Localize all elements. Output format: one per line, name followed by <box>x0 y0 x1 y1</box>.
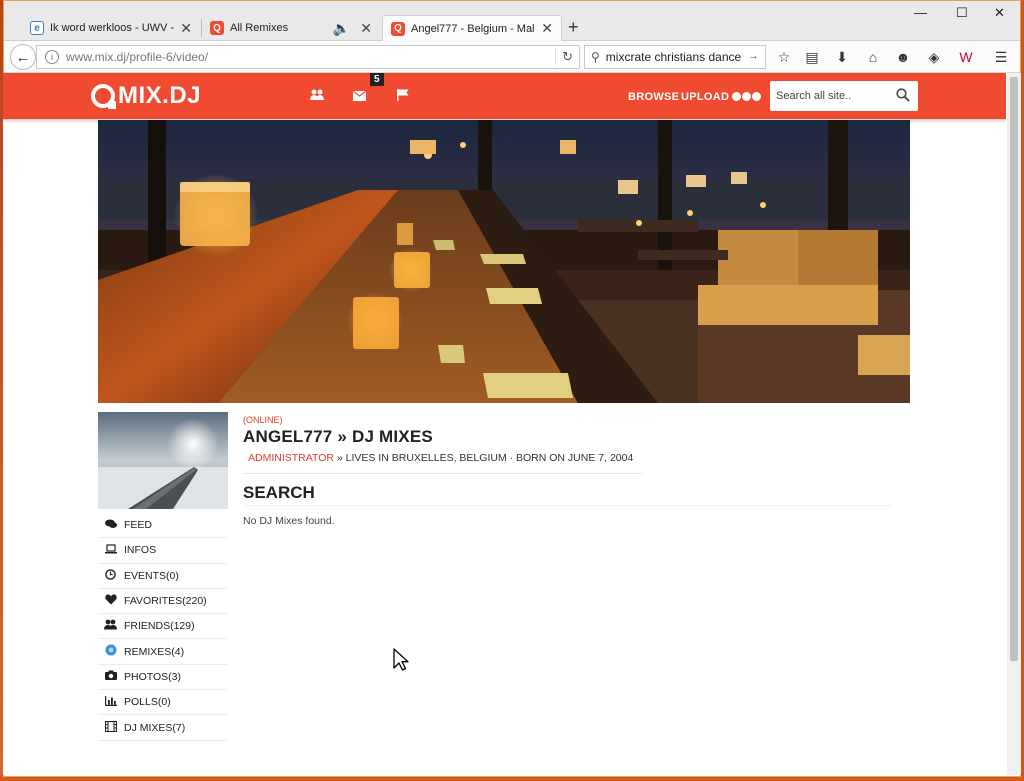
profile-sidebar-menu: FEED INFOS EVENTS(0) FAVORITES(220) FRIE… <box>98 513 228 741</box>
sidebar-item-label: FAVORITES(220) <box>124 595 207 608</box>
camera-icon <box>104 670 117 683</box>
sidebar-item-events[interactable]: EVENTS(0) <box>98 564 228 589</box>
more-menu-icon[interactable] <box>732 92 761 101</box>
tab-angel777[interactable]: Q Angel777 - Belgium - Male ✕ <box>382 15 562 41</box>
users-icon[interactable] <box>310 89 324 104</box>
sidebar-item-label: DJ MIXES(7) <box>124 721 186 734</box>
uwv-icon: e <box>30 21 44 35</box>
tab-bar: e Ik word werkloos - UWV - ... ✕ Q All R… <box>4 1 1020 41</box>
back-button[interactable]: ← <box>10 44 36 70</box>
menu-icon[interactable]: ☰ <box>992 48 1010 66</box>
home-icon[interactable]: ⌂ <box>864 48 882 66</box>
minimize-button[interactable]: — <box>914 5 927 20</box>
sidebar-item-photos[interactable]: PHOTOS(3) <box>98 665 228 691</box>
reading-list-icon[interactable]: ▤ <box>803 48 821 66</box>
sidebar-item-feed[interactable]: FEED <box>98 513 228 539</box>
url-text[interactable]: www.mix.dj/profile-6/video/ <box>66 50 208 64</box>
sidebar-item-label: EVENTS(0) <box>124 569 179 582</box>
sidebar-item-label: INFOS <box>124 544 157 557</box>
site-search-input[interactable]: Search all site.. <box>770 81 918 111</box>
pocket-icon[interactable]: ◈ <box>925 48 943 66</box>
page-scrollbar[interactable] <box>1007 73 1021 775</box>
sidebar-item-remixes[interactable]: REMIXES(4) <box>98 639 228 665</box>
sidebar-item-label: FEED <box>124 519 153 532</box>
tab-uwv[interactable]: e Ik word werkloos - UWV - ... ✕ <box>22 15 200 41</box>
navigation-bar: ← i www.mix.dj/profile-6/video/ ↻ ⚲ mixc… <box>4 41 1020 73</box>
clock-icon <box>104 568 117 583</box>
sidebar-item-favorites[interactable]: FAVORITES(220) <box>98 589 228 615</box>
web-page: MIX.DJ 5 BROWSE UPLOAD Search all site.. <box>3 73 1006 775</box>
divider <box>243 505 893 506</box>
search-value[interactable]: mixcrate christians dance <box>606 50 741 64</box>
site-info-icon[interactable]: i <box>45 50 59 64</box>
users-icon <box>104 619 117 633</box>
upload-link[interactable]: UPLOAD <box>681 91 729 103</box>
sidebar-item-label: PHOTOS(3) <box>124 670 181 683</box>
site-search-placeholder: Search all site.. <box>776 90 852 102</box>
laptop-icon <box>104 544 117 557</box>
tab-label: Ik word werkloos - UWV - ... <box>50 22 175 34</box>
sidebar-item-polls[interactable]: POLLS(0) <box>98 690 228 716</box>
empty-results-message: No DJ Mixes found. <box>243 515 335 527</box>
tab-label: Angel777 - Belgium - Male <box>411 22 536 35</box>
sidebar-item-label: REMIXES(4) <box>124 645 185 658</box>
browse-link[interactable]: BROWSE <box>628 91 679 103</box>
logo-text: MIX.DJ <box>118 82 202 109</box>
maximize-button[interactable]: ☐ <box>956 5 968 21</box>
heart-icon <box>104 594 117 608</box>
profile-location-birthday: » LIVES IN BRUXELLES, BELGIUM · BORN ON … <box>333 452 634 464</box>
close-tab-icon[interactable]: ✕ <box>180 20 192 37</box>
download-icon[interactable]: ⬇ <box>833 48 851 66</box>
search-icon[interactable] <box>896 88 910 105</box>
profile-cover-image <box>98 120 910 403</box>
page-title: ANGEL777 » DJ MIXES <box>243 427 433 446</box>
search-icon: ⚲ <box>591 50 600 64</box>
close-window-button[interactable]: ✕ <box>994 5 1005 21</box>
envelope-icon[interactable] <box>352 89 367 104</box>
sidebar-item-label: FRIENDS(129) <box>124 620 195 633</box>
extension-icon[interactable]: W <box>957 48 975 66</box>
mixdj-icon: Q <box>391 21 405 36</box>
online-status: (ONLINE) <box>243 415 283 425</box>
search-go-icon[interactable]: → <box>748 50 759 62</box>
site-header: MIX.DJ 5 BROWSE UPLOAD Search all site.. <box>3 73 1006 119</box>
notification-badge[interactable]: 5 <box>370 73 384 86</box>
film-icon <box>104 720 117 735</box>
scrollbar-thumb[interactable] <box>1010 77 1018 661</box>
url-bar[interactable]: i www.mix.dj/profile-6/video/ ↻ <box>36 45 580 69</box>
hello-icon[interactable]: ☻ <box>894 48 912 66</box>
site-logo[interactable]: MIX.DJ <box>91 82 201 110</box>
mixdj-icon: Q <box>210 21 224 35</box>
speaker-icon[interactable]: 🔈 <box>333 20 350 37</box>
flag-icon[interactable] <box>397 89 409 104</box>
logo-mark-icon <box>91 84 116 109</box>
sidebar-item-friends[interactable]: FRIENDS(129) <box>98 614 228 640</box>
reload-icon[interactable]: ↻ <box>555 49 573 65</box>
profile-avatar[interactable] <box>98 412 228 509</box>
close-tab-icon[interactable]: ✕ <box>541 20 553 37</box>
role-link[interactable]: ADMINISTRATOR <box>248 452 334 464</box>
sidebar-item-dj-mixes[interactable]: DJ MIXES(7) <box>98 715 228 741</box>
remix-icon <box>104 644 117 659</box>
bookmark-star-icon[interactable]: ☆ <box>775 48 793 66</box>
section-title: SEARCH <box>243 483 315 502</box>
tab-label: All Remixes <box>230 22 289 34</box>
close-tab-icon[interactable]: ✕ <box>360 20 372 37</box>
bar-chart-icon <box>104 695 117 709</box>
comments-icon <box>104 519 117 532</box>
mouse-cursor-icon <box>393 648 409 677</box>
browser-search-input[interactable]: ⚲ mixcrate christians dance → <box>584 45 766 69</box>
profile-meta: ADMINISTRATOR » LIVES IN BRUXELLES, BELG… <box>248 452 633 464</box>
new-tab-button[interactable]: + <box>568 17 579 38</box>
tab-all-remixes[interactable]: Q All Remixes 🔈 ✕ <box>202 15 380 41</box>
sidebar-item-infos[interactable]: INFOS <box>98 538 228 564</box>
sidebar-item-label: POLLS(0) <box>124 696 171 709</box>
divider <box>243 473 643 474</box>
